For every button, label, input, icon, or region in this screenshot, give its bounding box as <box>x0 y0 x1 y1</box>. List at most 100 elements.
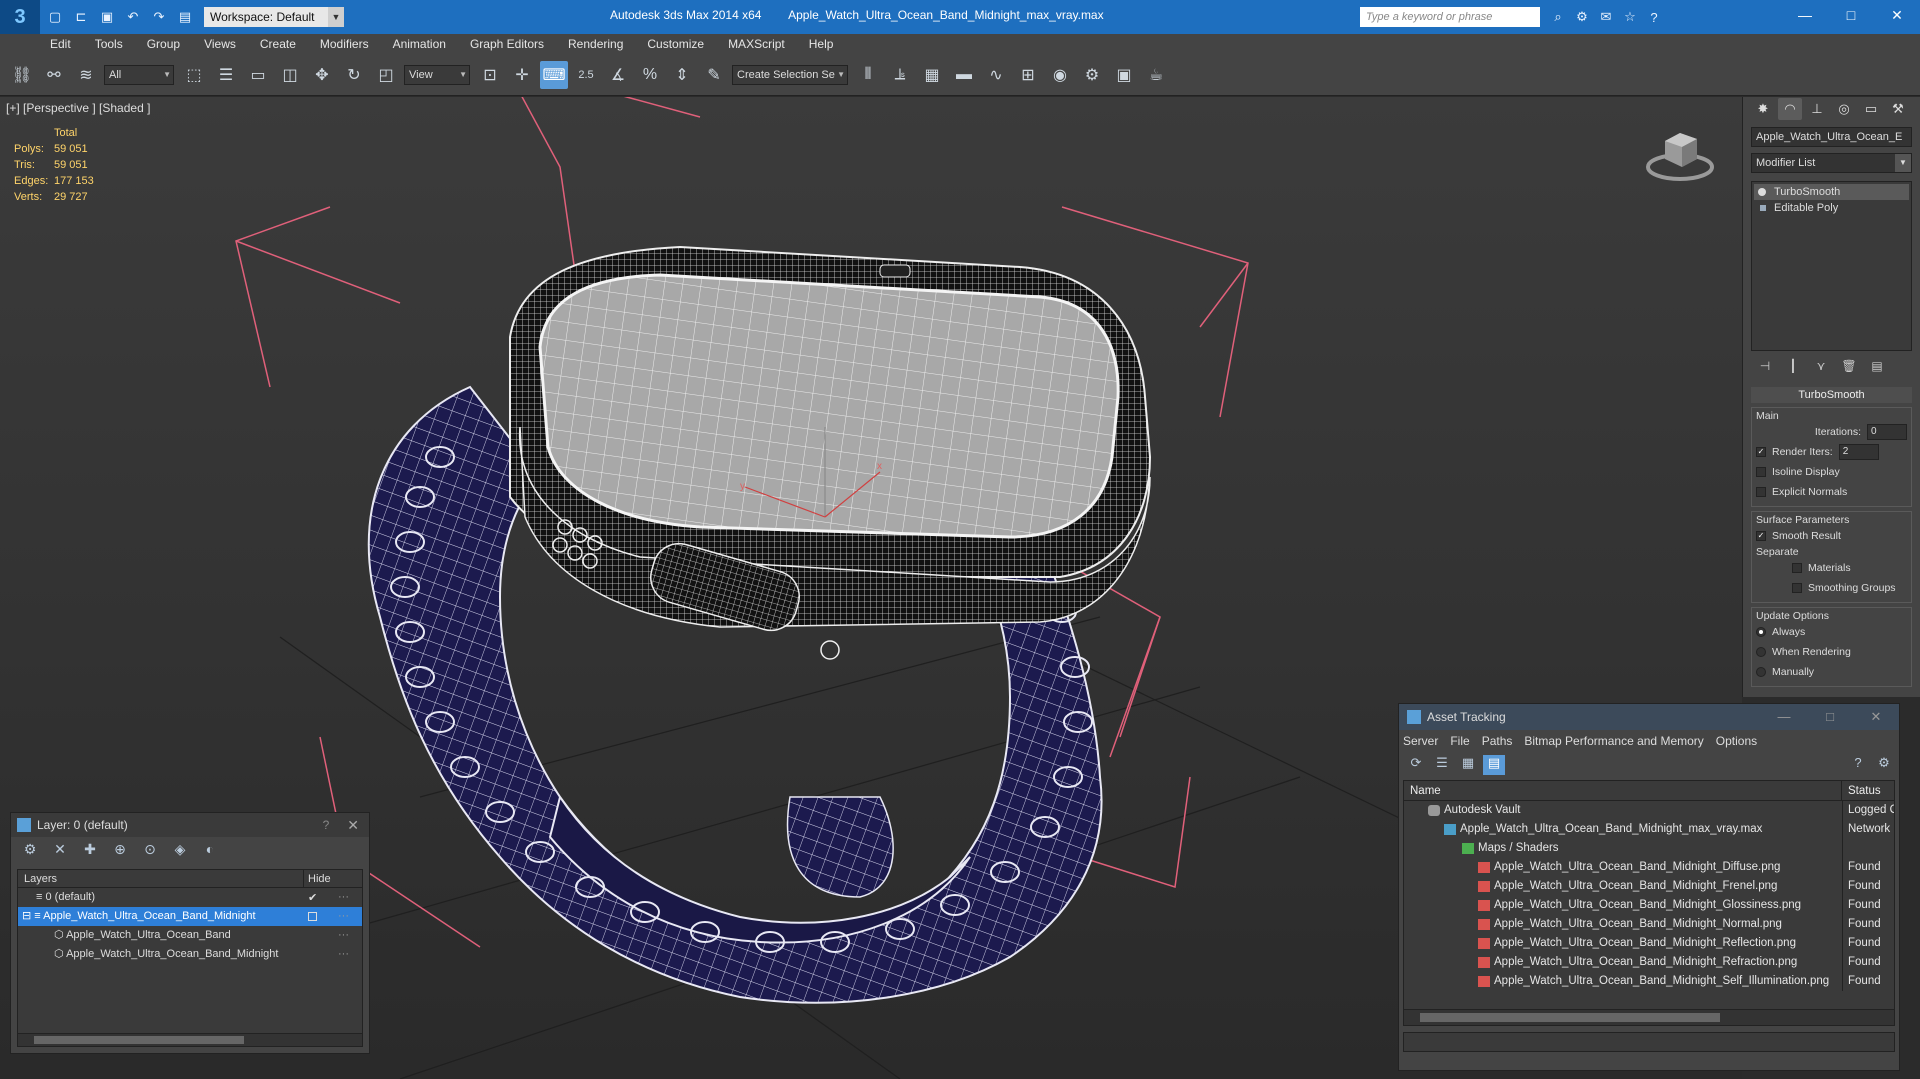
asset-tracking-titlebar[interactable]: Asset Tracking — □ ✕ <box>1399 704 1899 730</box>
hide-toggle[interactable]: ··· <box>338 888 349 907</box>
selection-filter-dropdown[interactable]: All ▼ <box>104 64 174 85</box>
menu-help[interactable]: Help <box>809 37 834 51</box>
table-row[interactable]: Apple_Watch_Ultra_Ocean_Band_Midnight_No… <box>1404 915 1894 934</box>
keyboard-shortcut-override-icon[interactable]: ⌨ <box>540 60 568 89</box>
menu-graph-editors[interactable]: Graph Editors <box>470 37 544 51</box>
rotate-icon[interactable]: ↻ <box>340 61 368 89</box>
render-iters-checkbox[interactable]: ✓ <box>1756 447 1766 457</box>
named-selection-dropdown[interactable]: Create Selection Se ▼ <box>732 64 848 85</box>
maximize-icon[interactable]: □ <box>1807 709 1853 725</box>
menu-tools[interactable]: Tools <box>95 37 123 51</box>
chevron-down-icon[interactable]: ▼ <box>328 7 344 27</box>
bind-space-warp-icon[interactable]: ≋ <box>72 61 100 89</box>
close-icon[interactable]: ✕ <box>1874 0 1920 30</box>
table-row[interactable]: Autodesk Vault Logged O <box>1404 801 1894 820</box>
table-row[interactable]: Apple_Watch_Ultra_Ocean_Band_Midnight_Fr… <box>1404 877 1894 896</box>
help-icon[interactable]: ? <box>323 818 330 832</box>
rendered-frame-window-icon[interactable]: ▣ <box>1110 61 1138 89</box>
reference-coordinate-dropdown[interactable]: View ▼ <box>404 64 470 85</box>
make-unique-icon[interactable]: ⋎ <box>1807 359 1835 377</box>
column-header-hide[interactable]: Hide <box>304 870 334 887</box>
table-row[interactable]: Apple_Watch_Ultra_Ocean_Band_Midnight_Re… <box>1404 953 1894 972</box>
select-object-icon[interactable]: ⬚ <box>180 61 208 89</box>
object-name-field[interactable]: Apple_Watch_Ultra_Ocean_E <box>1751 127 1912 147</box>
table-row[interactable]: Apple_Watch_Ultra_Ocean_Band_Midnight_Re… <box>1404 934 1894 953</box>
project-folder-icon[interactable]: ▤ <box>174 6 196 28</box>
unlink-icon[interactable]: ⚯ <box>40 61 68 89</box>
menu-paths[interactable]: Paths <box>1482 734 1513 748</box>
align-icon[interactable]: ⫡ <box>886 61 914 89</box>
help-icon[interactable]: ? <box>1847 755 1869 775</box>
settings-icon[interactable]: ⚙ <box>1873 755 1895 775</box>
table-row[interactable]: Apple_Watch_Ultra_Ocean_Band_Midnight_Se… <box>1404 972 1894 991</box>
snap-toggle-icon[interactable]: 2.5 <box>572 61 600 89</box>
table-row[interactable]: Apple_Watch_Ultra_Ocean_Band_Midnight_ma… <box>1404 820 1894 839</box>
modifier-list-dropdown[interactable]: Modifier List ▼ <box>1751 153 1912 173</box>
materials-checkbox[interactable] <box>1792 563 1802 573</box>
hierarchy-tab-icon[interactable]: ⊥ <box>1805 98 1829 120</box>
column-header-layers[interactable]: Layers <box>18 870 304 887</box>
table-row[interactable]: Apple_Watch_Ultra_Ocean_Band_Midnight_Di… <box>1404 858 1894 877</box>
menu-modifiers[interactable]: Modifiers <box>320 37 369 51</box>
smooth-result-checkbox[interactable]: ✓ <box>1756 531 1766 541</box>
favorites-icon[interactable]: ☆ <box>1619 6 1641 28</box>
render-iters-spinner[interactable]: 2 <box>1838 444 1879 460</box>
layer-panel-titlebar[interactable]: Layer: 0 (default) ? ✕ <box>11 813 369 837</box>
modify-tab-icon[interactable]: ◠ <box>1778 98 1802 120</box>
layer-row[interactable]: ⬡ Apple_Watch_Ultra_Ocean_Band ··· <box>18 926 362 945</box>
render-setup-icon[interactable]: ⚙ <box>1078 61 1106 89</box>
hide-toggle[interactable]: ··· <box>338 926 349 945</box>
pivot-center-icon[interactable]: ⊡ <box>476 61 504 89</box>
add-to-layer-icon[interactable]: ⊕ <box>109 841 131 861</box>
workspace-dropdown[interactable]: Workspace: Default ▼ <box>204 7 344 27</box>
layer-manager-icon[interactable]: ▦ <box>918 61 946 89</box>
viewport-label[interactable]: [+] [Perspective ] [Shaded ] <box>6 101 150 115</box>
create-tab-icon[interactable]: ✸ <box>1751 98 1775 120</box>
menu-bitmap-performance[interactable]: Bitmap Performance and Memory <box>1524 734 1703 748</box>
percent-snap-icon[interactable]: % <box>636 61 664 89</box>
menu-group[interactable]: Group <box>147 37 180 51</box>
redo-icon[interactable]: ↷ <box>148 6 170 28</box>
select-and-link-icon[interactable]: ⛓ <box>8 61 36 89</box>
viewcube-icon[interactable] <box>1645 117 1715 187</box>
layer-row[interactable]: ≡ 0 (default) ✔ ··· <box>18 888 362 907</box>
render-production-icon[interactable]: ☕ <box>1142 61 1170 89</box>
manipulate-icon[interactable]: ✛ <box>508 61 536 89</box>
communication-icon[interactable]: ✉ <box>1595 6 1617 28</box>
remove-modifier-icon[interactable]: 🗑 <box>1835 359 1863 377</box>
curve-editor-icon[interactable]: ∿ <box>982 61 1010 89</box>
undo-icon[interactable]: ↶ <box>122 6 144 28</box>
menu-maxscript[interactable]: MAXScript <box>728 37 785 51</box>
move-icon[interactable]: ✥ <box>308 61 336 89</box>
column-header-status[interactable]: Status <box>1842 781 1881 800</box>
angle-snap-icon[interactable]: ∡ <box>604 61 632 89</box>
save-icon[interactable]: ▣ <box>96 6 118 28</box>
column-header-name[interactable]: Name <box>1404 781 1842 800</box>
binoculars-icon[interactable]: ⌕ <box>1547 6 1569 28</box>
menu-views[interactable]: Views <box>204 37 236 51</box>
layer-row[interactable]: ⊟ ≡ Apple_Watch_Ultra_Ocean_Band_Midnigh… <box>18 907 362 926</box>
minimize-icon[interactable]: — <box>1782 0 1828 30</box>
turbosmooth-rollout-header[interactable]: TurboSmooth <box>1751 387 1912 403</box>
select-by-name-icon[interactable]: ☰ <box>212 61 240 89</box>
hide-toggle[interactable]: ··· <box>338 945 349 964</box>
stack-item-editable-poly[interactable]: Editable Poly <box>1754 200 1909 216</box>
menu-server[interactable]: Server <box>1403 734 1438 748</box>
display-tab-icon[interactable]: ▭ <box>1859 98 1883 120</box>
lightbulb-icon[interactable] <box>1758 188 1766 196</box>
isoline-checkbox[interactable] <box>1756 467 1766 477</box>
ribbon-toggle-icon[interactable]: ▬ <box>950 61 978 89</box>
checkmark-icon[interactable]: ✔ <box>308 891 317 904</box>
maximize-icon[interactable]: □ <box>1828 0 1874 30</box>
material-editor-icon[interactable]: ◉ <box>1046 61 1074 89</box>
utilities-tab-icon[interactable]: ⚒ <box>1886 98 1910 120</box>
when-rendering-radio[interactable] <box>1756 647 1766 657</box>
scale-icon[interactable]: ◰ <box>372 61 400 89</box>
always-radio[interactable] <box>1756 627 1766 637</box>
schematic-view-icon[interactable]: ⊞ <box>1014 61 1042 89</box>
menu-options[interactable]: Options <box>1716 734 1757 748</box>
menu-file[interactable]: File <box>1450 734 1469 748</box>
mirror-icon[interactable]: ⫴ <box>854 61 882 89</box>
list-view-icon[interactable]: ☰ <box>1431 755 1453 775</box>
configure-modifier-sets-icon[interactable]: ▤ <box>1863 359 1891 377</box>
